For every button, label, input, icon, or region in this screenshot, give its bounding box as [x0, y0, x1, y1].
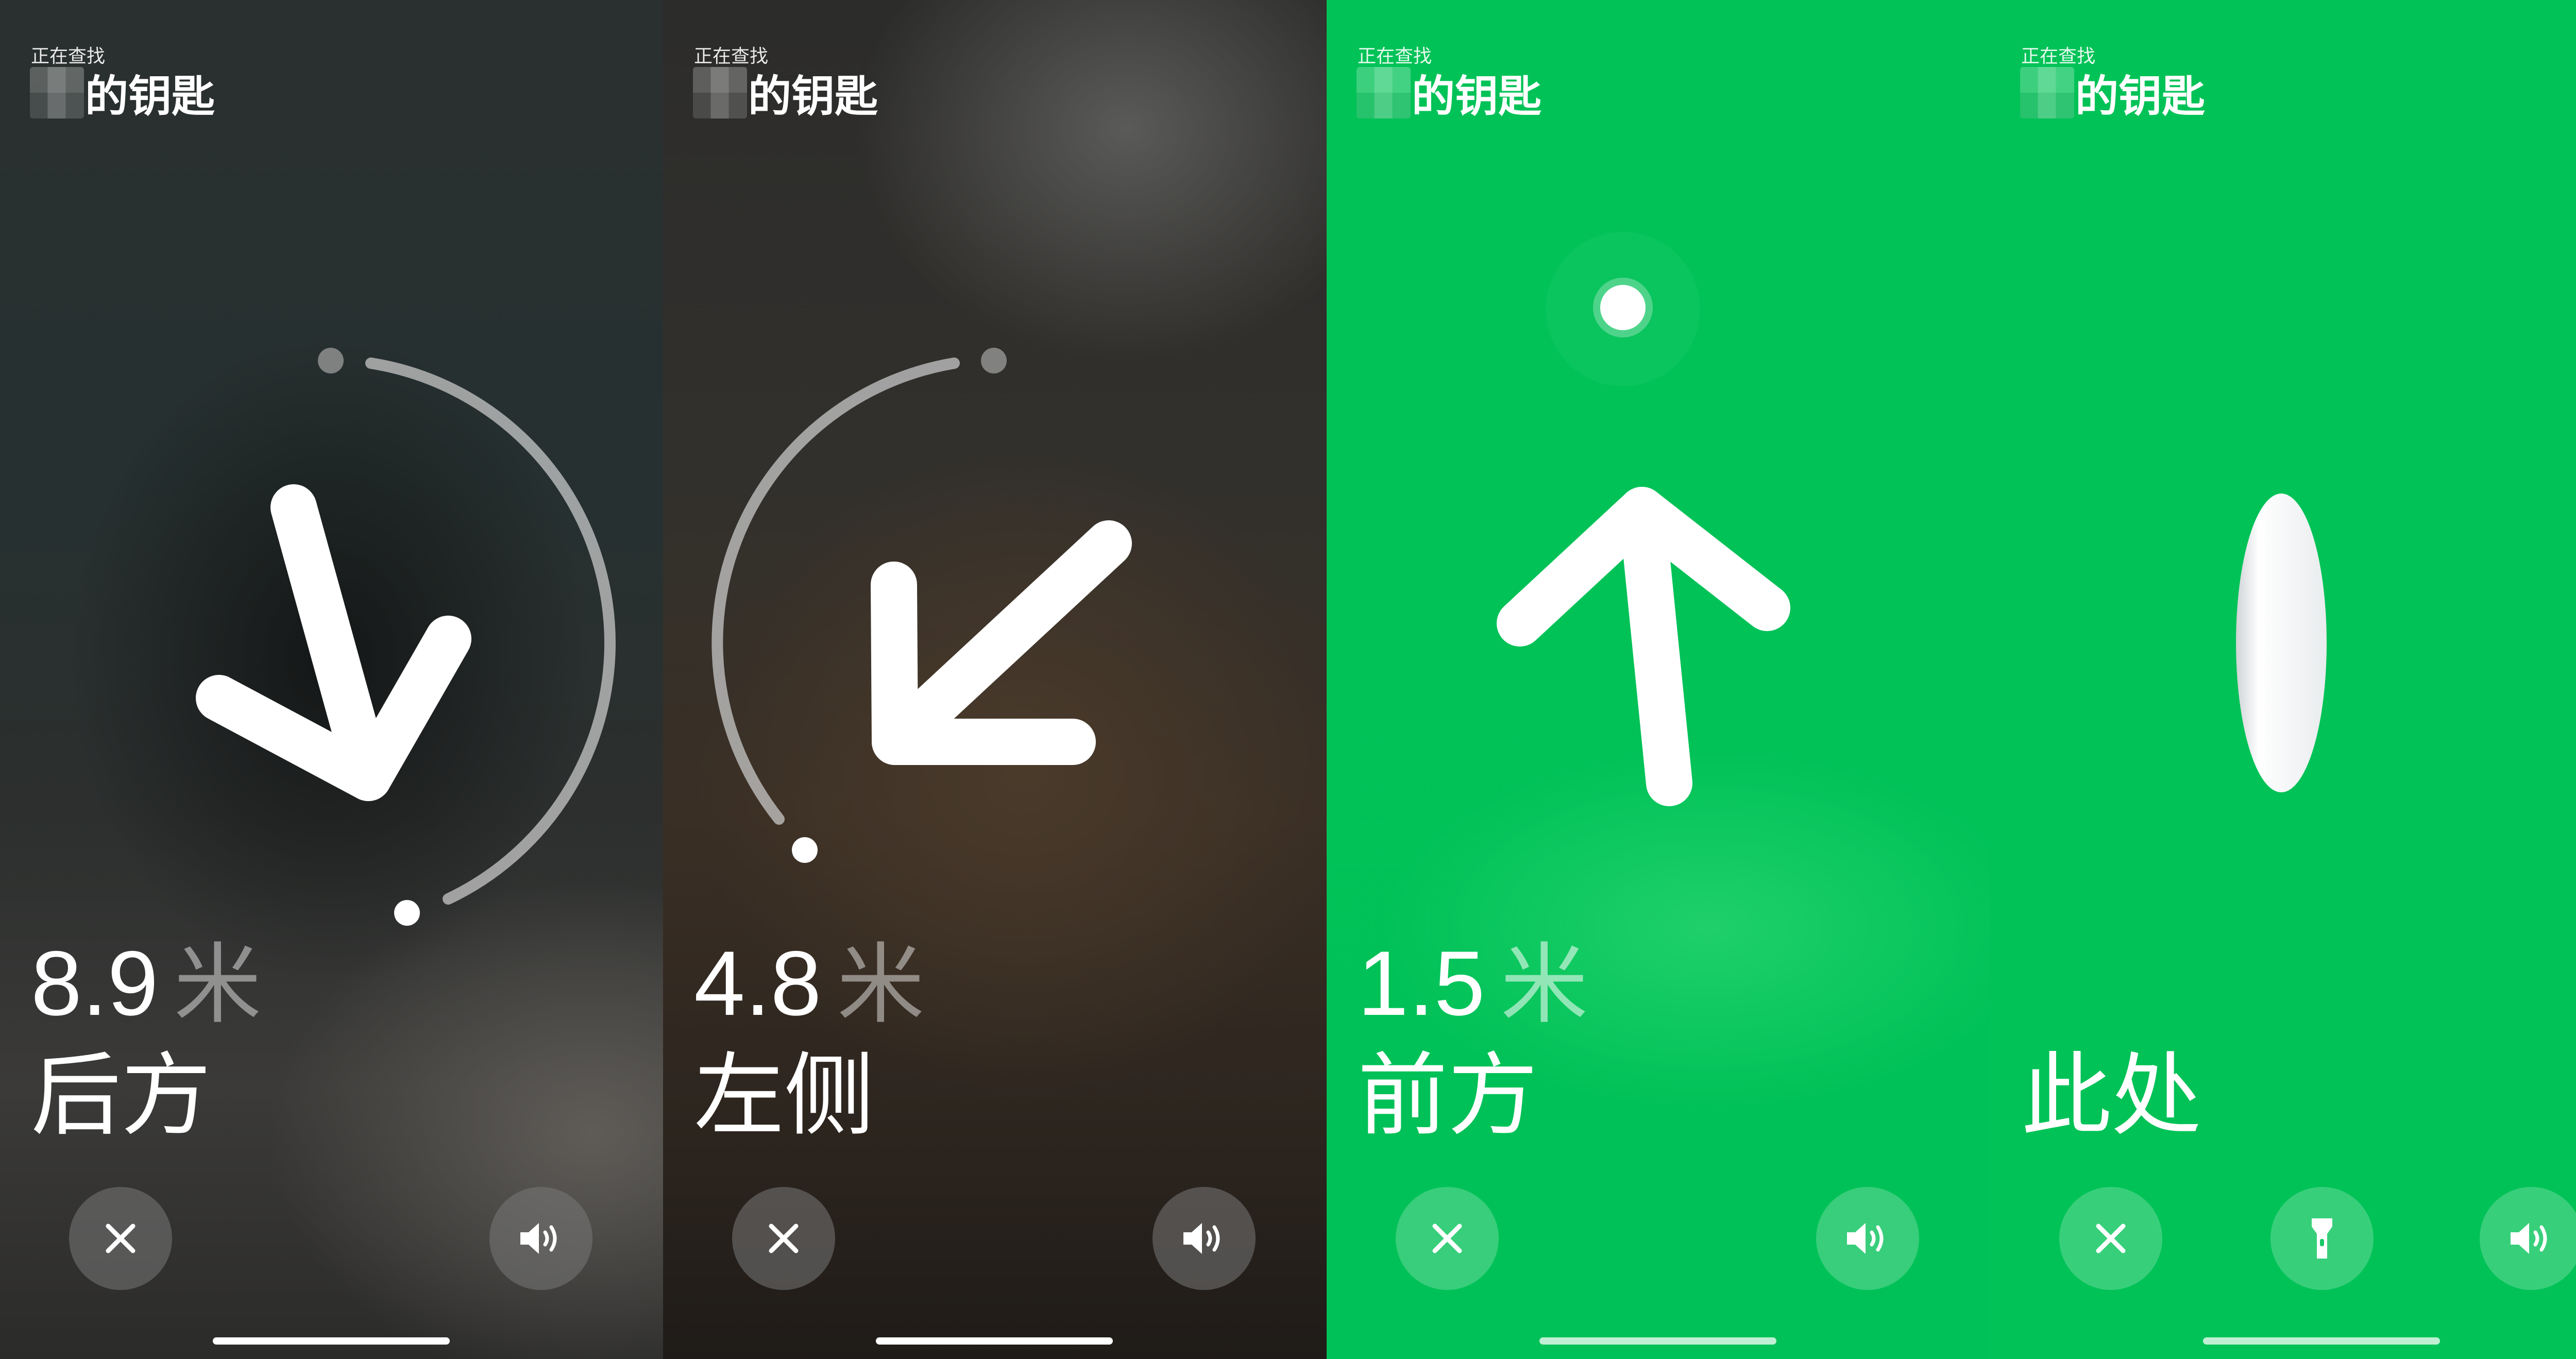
screen-behind: 正在查找 的钥匙 8.9 米 后方: [0, 0, 663, 1359]
close-button[interactable]: [2059, 1187, 2162, 1290]
distance-readout: 8.9 米: [31, 938, 261, 1029]
close-button[interactable]: [732, 1187, 835, 1290]
speaker-icon: [520, 1223, 557, 1254]
distance-readout: 4.8 米: [694, 938, 924, 1029]
close-icon: [769, 1224, 799, 1253]
proximity-arc: [365, 358, 616, 905]
direction-label: 后方: [31, 1044, 211, 1148]
flashlight-icon: [2312, 1218, 2332, 1259]
play-sound-button[interactable]: [2480, 1187, 2576, 1290]
flashlight-button[interactable]: [2270, 1187, 2374, 1290]
direction-label: 此处: [2021, 1044, 2201, 1148]
close-icon: [106, 1224, 135, 1253]
arc-start-dot: [318, 348, 344, 373]
home-indicator[interactable]: [213, 1337, 450, 1345]
direction-graphic: [711, 348, 1132, 863]
close-button[interactable]: [69, 1187, 172, 1290]
speaker-icon: [1183, 1223, 1220, 1254]
arrow-up-icon: [1497, 487, 1790, 806]
screen-left: 正在查找 的钥匙 4.8 米 左侧: [663, 0, 1327, 1359]
home-indicator[interactable]: [876, 1337, 1113, 1345]
arrow-down-left-icon: [196, 484, 471, 801]
distance-unit: 米: [1500, 934, 1588, 1036]
screen-here: 正在查找 的钥匙 此处: [1990, 0, 2576, 1359]
target-dot: [792, 837, 818, 863]
home-indicator[interactable]: [1539, 1337, 1776, 1345]
target-dot: [1600, 285, 1646, 330]
direction-graphic: [196, 348, 616, 926]
play-sound-button[interactable]: [1816, 1187, 1919, 1290]
arc-start-dot: [981, 348, 1007, 373]
direction-label: 前方: [1358, 1044, 1538, 1148]
distance-readout: 1.5 米: [1358, 938, 1588, 1029]
distance-value: 1.5: [1358, 932, 1485, 1034]
item-graphic: [2236, 494, 2327, 792]
screen-ahead: 正在查找 的钥匙 1.5 米 前方: [1327, 0, 1990, 1359]
distance-value: 8.9: [31, 932, 159, 1034]
arrow-down-left-icon: [871, 520, 1132, 765]
home-indicator[interactable]: [2203, 1337, 2440, 1345]
close-icon: [1432, 1224, 1462, 1253]
find-my-screens: 正在查找 的钥匙 8.9 米 后方 正在查找 的钥匙 4.8 米 左侧 正在查找…: [0, 0, 2576, 1359]
close-icon: [2096, 1224, 2126, 1253]
play-sound-button[interactable]: [1153, 1187, 1256, 1290]
play-sound-button[interactable]: [489, 1187, 592, 1290]
direction-label: 左侧: [694, 1044, 874, 1148]
close-button[interactable]: [1396, 1187, 1499, 1290]
direction-graphic: [1497, 232, 1790, 806]
airtag-icon: [2236, 494, 2327, 792]
distance-unit: 米: [837, 934, 925, 1036]
target-dot: [394, 900, 420, 926]
distance-unit: 米: [174, 934, 262, 1036]
distance-value: 4.8: [694, 932, 822, 1034]
speaker-icon: [2511, 1223, 2547, 1254]
speaker-icon: [1847, 1223, 1884, 1254]
